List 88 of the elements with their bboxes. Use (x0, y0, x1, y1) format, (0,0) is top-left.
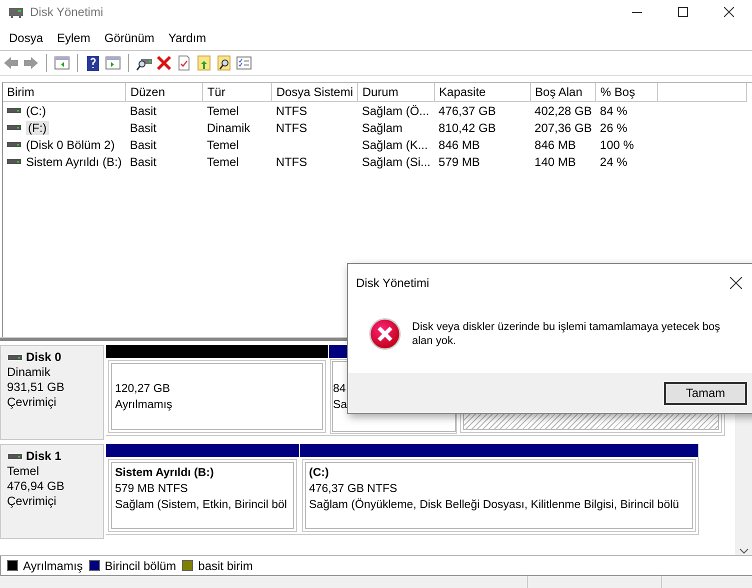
table-cell: Sağlam (Ö... (362, 104, 430, 118)
volume-name[interactable]: (F:) (26, 120, 49, 134)
drive-icon (6, 157, 22, 166)
legend-label: Ayrılmamış (23, 558, 83, 572)
action-pane-icon[interactable] (105, 55, 121, 71)
disk-type: Dinamik (7, 365, 52, 380)
table-cell: Temel (206, 104, 239, 118)
close-icon[interactable] (724, 7, 734, 17)
table-cell: 24 % (600, 154, 628, 168)
delete-icon[interactable] (156, 55, 172, 71)
disk-size: 931,51 GB (7, 380, 66, 395)
table-cell: Basit (130, 104, 156, 118)
table-cell: Dinamik (206, 120, 250, 134)
maximize-icon[interactable] (678, 7, 688, 17)
table-cell: 846 MB (438, 138, 480, 152)
partition-title: Sistem Ayrıldı (B:) (115, 466, 215, 481)
folder-search-icon[interactable] (216, 55, 232, 71)
partition-info: 476,37 GB NTFS (309, 482, 398, 497)
dialog-title: Disk Yönetimi (356, 276, 430, 290)
back-icon[interactable] (3, 55, 19, 71)
column-header[interactable]: % Boş (596, 83, 658, 102)
table-cell: Basit (130, 138, 156, 152)
error-icon (369, 318, 401, 350)
help-icon[interactable] (85, 55, 101, 71)
menu-item[interactable]: Eylem (50, 31, 98, 45)
column-header[interactable]: Dosya Sistemi (272, 83, 358, 102)
console-tree-icon[interactable] (54, 55, 70, 71)
table-cell: Sağlam (K... (362, 138, 428, 152)
menu-item[interactable]: Yardım (161, 31, 214, 45)
drive-icon (6, 106, 22, 115)
drive-icon (6, 140, 22, 149)
menu-item[interactable]: Dosya (2, 31, 50, 45)
menu-item[interactable]: Görünüm (97, 31, 162, 45)
volume-name[interactable]: (C:) (26, 104, 46, 118)
volume-name[interactable]: Sistem Ayrıldı (B:) (26, 154, 122, 168)
table-cell: 207,36 GB (534, 120, 592, 134)
drive-icon (6, 123, 22, 132)
partition-info: 579 MB NTFS (115, 482, 189, 497)
disk-name: Disk 1 (26, 449, 62, 464)
legend-label: basit birim (198, 558, 253, 572)
legend-label: Birincil bölüm (104, 558, 176, 572)
volume-name[interactable]: (Disk 0 Bölüm 2) (26, 138, 115, 152)
drive-icon (7, 353, 23, 362)
checklist-icon[interactable] (236, 55, 252, 71)
disk-type: Temel (7, 464, 40, 479)
table-cell: NTFS (276, 104, 308, 118)
column-header[interactable]: Boş Alan (530, 83, 596, 102)
table-cell: Basit (130, 120, 156, 134)
table-cell: NTFS (276, 120, 308, 134)
column-header[interactable]: Birim (3, 83, 126, 102)
table-cell: 579 MB (438, 154, 480, 168)
properties-icon[interactable] (176, 55, 192, 71)
partition-info: Sa (333, 398, 348, 412)
partition-info: Ayrılmamış (115, 398, 174, 412)
dialog-message: Disk veya diskler üzerinde bu işlemi tamamlamaya yetecek boş alan yok. (412, 320, 722, 348)
close-icon[interactable] (730, 277, 742, 289)
disk-size: 476,94 GB (7, 479, 66, 494)
window-title: Disk Yönetimi (30, 5, 104, 19)
disk-status: Çevrimiçi (7, 494, 58, 509)
column-header[interactable]: Durum (358, 83, 435, 102)
forward-icon[interactable] (23, 55, 39, 71)
partition-info: Sağlam (Sistem, Etkin, Birincil böl (115, 498, 288, 513)
ok-button[interactable]: Tamam (664, 382, 747, 404)
table-cell: Temel (206, 138, 239, 152)
table-cell: 810,42 GB (438, 120, 496, 134)
column-header[interactable]: Tür (202, 83, 272, 102)
table-cell: Temel (206, 154, 239, 168)
partition-info: Sağlam (Önyükleme, Disk Belleği Dosyası, Kilitlenme Bilgisi, Birincil bölü (309, 497, 680, 513)
column-header[interactable]: Kapasite (434, 83, 531, 102)
partition-title: (C:) (309, 466, 330, 481)
table-cell: 402,28 GB (534, 104, 592, 118)
table-cell: 846 MB (534, 138, 576, 152)
table-cell: Basit (130, 154, 156, 168)
table-cell: NTFS (276, 154, 308, 168)
table-cell: 476,37 GB (438, 104, 496, 118)
partition-info: 120,27 GB (115, 382, 171, 396)
table-cell: 140 MB (534, 154, 576, 168)
table-cell: Sağlam (Si... (362, 154, 431, 168)
disk-status: Çevrimiçi (7, 395, 58, 410)
drive-icon (7, 452, 23, 461)
column-header[interactable]: Düzen (126, 83, 203, 102)
disk-name: Disk 0 (26, 350, 62, 365)
partition-info: 84 (333, 382, 347, 396)
table-cell: Sağlam (362, 120, 402, 134)
table-cell: 100 % (600, 138, 634, 152)
table-cell: 26 % (600, 120, 628, 134)
scroll-down-icon[interactable] (738, 548, 748, 555)
table-cell: 84 % (600, 104, 628, 118)
